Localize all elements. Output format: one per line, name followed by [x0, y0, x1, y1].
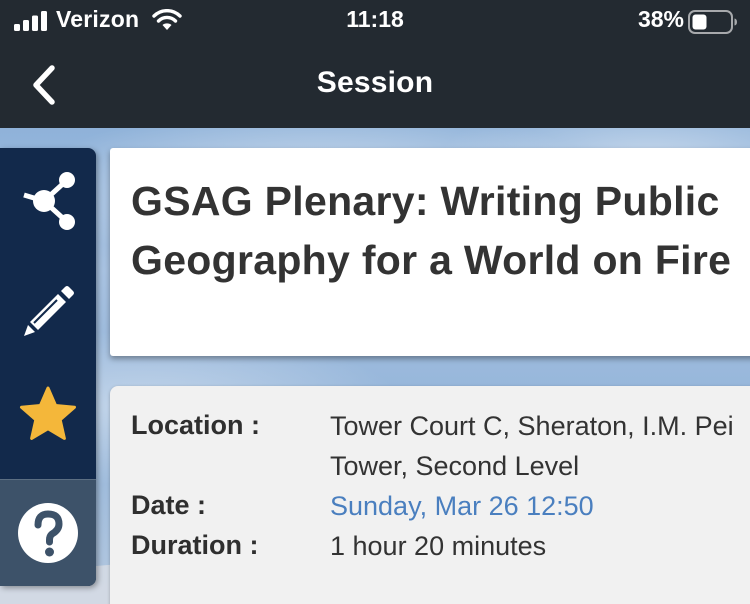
share-button[interactable]: [0, 148, 96, 254]
help-icon: [18, 503, 78, 563]
top-bar: Verizon 11:18 38% Session: [0, 0, 750, 128]
nav-bar: Session: [0, 52, 750, 118]
star-icon: [20, 386, 76, 440]
page-title: Session: [316, 66, 434, 99]
date-label: Date :: [131, 490, 207, 520]
session-title: GSAG Plenary: Writing Public Geography f…: [131, 178, 732, 283]
share-icon: [23, 172, 75, 230]
location-value: Tower Court C, Sheraton, I.M. Pei Tower,…: [330, 411, 734, 481]
duration-value: 1 hour 20 minutes: [330, 531, 547, 561]
session-screen: Verizon 11:18 38% Session GSAG Plenary: …: [0, 0, 750, 604]
session-content: GSAG Plenary: Writing Public Geography f…: [0, 128, 750, 604]
location-label: Location :: [131, 410, 260, 440]
help-button[interactable]: [0, 479, 96, 586]
battery-icon: [688, 10, 737, 34]
date-value-link[interactable]: Sunday, Mar 26 12:50: [330, 486, 750, 526]
action-sidebar: [0, 148, 96, 586]
status-bar: Verizon 11:18 38%: [0, 0, 750, 44]
favorite-button[interactable]: [0, 361, 96, 467]
battery-percent: 38%: [637, 6, 684, 32]
session-details-card: Location : Tower Court C, Sheraton, I.M.…: [110, 386, 750, 604]
duration-label: Duration :: [131, 530, 259, 560]
pencil-icon: [24, 286, 74, 336]
notes-button[interactable]: [0, 255, 96, 361]
session-title-card: GSAG Plenary: Writing Public Geography f…: [110, 148, 750, 356]
